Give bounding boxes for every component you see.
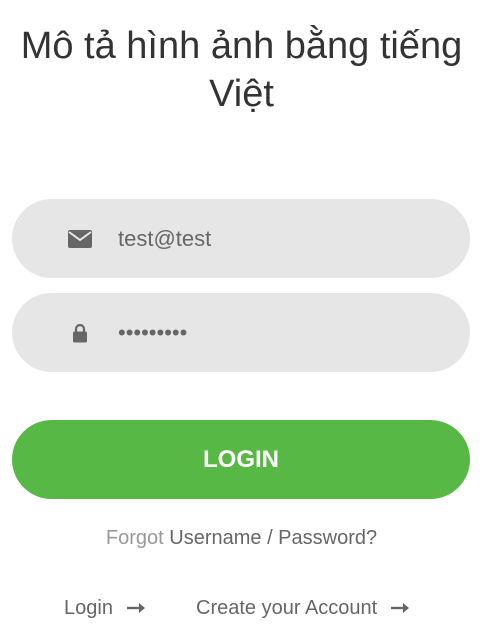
lock-icon <box>67 293 93 372</box>
page-title: Mô tả hình ảnh bằng tiếng Việt <box>20 25 463 115</box>
arrow-right-icon <box>391 596 411 620</box>
arrow-right-icon <box>126 596 147 620</box>
forgot-credentials-link[interactable]: Username / Password? <box>169 527 377 549</box>
forgot-prefix: Forgot <box>105 527 164 549</box>
create-account-link[interactable]: Create your Account <box>196 596 411 620</box>
email-field-container[interactable] <box>12 199 470 278</box>
email-input[interactable] <box>118 199 448 278</box>
login-link-label: Login <box>64 597 113 619</box>
login-link[interactable]: Login <box>64 596 147 620</box>
password-field-container[interactable] <box>12 293 470 372</box>
forgot-credentials: Forgot Username / Password? <box>0 526 483 550</box>
password-input[interactable] <box>118 293 448 372</box>
login-button[interactable]: LOGIN <box>12 420 470 499</box>
envelope-icon <box>67 199 93 278</box>
create-account-link-label: Create your Account <box>196 597 378 619</box>
footer-links: Login Create your Account <box>0 596 483 620</box>
